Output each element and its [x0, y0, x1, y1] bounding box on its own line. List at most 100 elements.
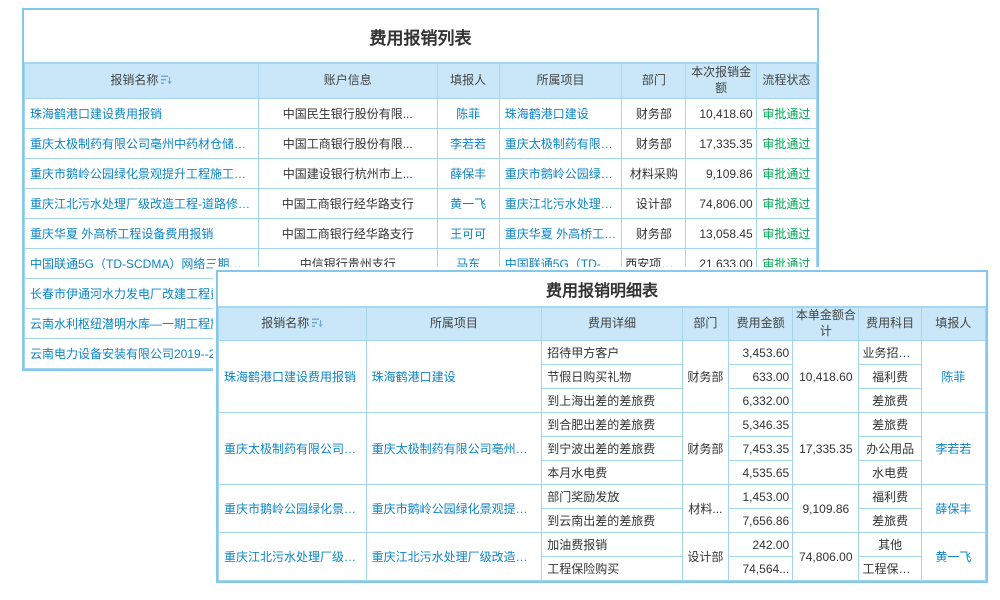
status-badge[interactable]: 审批通过	[756, 189, 816, 219]
project-link[interactable]: 重庆江北污水处理厂级改造工程-道路修复工...	[366, 533, 542, 581]
filler-link[interactable]: 陈菲	[921, 341, 985, 413]
category-cell: 工程保险费	[859, 557, 921, 581]
reimburse-name-link[interactable]: 重庆江北污水处理厂级改造工程-道路修复工程费用...	[25, 189, 259, 219]
col-header-category: 费用科目	[859, 308, 921, 341]
amount-cell: 242.00	[728, 533, 792, 557]
col-header-filler: 填报人	[921, 308, 985, 341]
project-link[interactable]: 重庆太极制药有限公司亳州中...	[499, 129, 621, 159]
amount-cell: 7,453.35	[728, 437, 792, 461]
project-link[interactable]: 珠海鹤港口建设	[366, 341, 542, 413]
amount-cell: 633.00	[728, 365, 792, 389]
header-row: 报销名称 账户信息 填报人 所属项目 部门 本次报销金额 流程状态	[25, 64, 817, 99]
expense-detail-cell: 到宁波出差的差旅费	[542, 437, 683, 461]
amount-cell: 9,109.86	[686, 159, 756, 189]
amount-cell: 17,335.35	[686, 129, 756, 159]
dept-cell: 材料...	[682, 485, 728, 533]
sort-icon[interactable]	[312, 317, 323, 333]
category-cell: 水电费	[859, 461, 921, 485]
category-cell: 差旅费	[859, 389, 921, 413]
status-badge[interactable]: 审批通过	[756, 129, 816, 159]
col-header-name: 报销名称	[219, 308, 367, 341]
dept-cell: 财务部	[622, 99, 686, 129]
project-link[interactable]: 重庆江北污水处理厂级改造工...	[499, 189, 621, 219]
col-header-account: 账户信息	[258, 64, 437, 99]
filler-link[interactable]: 薛保丰	[437, 159, 499, 189]
amount-cell: 13,058.45	[686, 219, 756, 249]
project-link[interactable]: 重庆市鹅岭公园绿化景观提升...	[499, 159, 621, 189]
expense-detail-cell: 到上海出差的差旅费	[542, 389, 683, 413]
account-cell: 中国民生银行股份有限...	[258, 99, 437, 129]
project-link[interactable]: 重庆市鹅岭公园绿化景观提升工程施工	[366, 485, 542, 533]
dept-cell: 财务部	[682, 413, 728, 485]
status-badge[interactable]: 审批通过	[756, 99, 816, 129]
col-header-amount: 本次报销金额	[686, 64, 756, 99]
table-row: 重庆市鹅岭公园绿化景观提升工程施工费用报销 中国建设银行杭州市上... 薛保丰 …	[25, 159, 817, 189]
project-link[interactable]: 重庆太极制药有限公司亳州中药材仓储物流...	[366, 413, 542, 485]
status-badge[interactable]: 审批通过	[756, 219, 816, 249]
filler-link[interactable]: 黄一飞	[921, 533, 985, 581]
total-amount-cell: 10,418.60	[793, 341, 859, 413]
reimburse-name-link[interactable]: 重庆江北污水处理厂级改造工程-...	[219, 533, 367, 581]
amount-cell: 3,453.60	[728, 341, 792, 365]
filler-link[interactable]: 李若若	[437, 129, 499, 159]
reimburse-name-link[interactable]: 珠海鹤港口建设费用报销	[219, 341, 367, 413]
expense-detail-cell: 到合肥出差的差旅费	[542, 413, 683, 437]
expense-detail-cell: 部门奖励发放	[542, 485, 683, 509]
reimburse-name-link[interactable]: 重庆华夏 外高桥工程设备费用报销	[25, 219, 259, 249]
expense-detail-panel: 费用报销明细表 报销名称 所属项目 费用详细 部门 费用金额 本单金额合计 费用…	[216, 270, 988, 583]
reimburse-name-link[interactable]: 重庆市鹅岭公园绿化景观提升工...	[219, 485, 367, 533]
category-cell: 其他	[859, 533, 921, 557]
reimburse-name-link[interactable]: 重庆太极制药有限公司亳州中药材仓储物流基地项...	[25, 129, 259, 159]
filler-link[interactable]: 黄一飞	[437, 189, 499, 219]
dept-cell: 财务部	[682, 341, 728, 413]
col-header-dept: 部门	[682, 308, 728, 341]
total-amount-cell: 9,109.86	[793, 485, 859, 533]
col-header-status: 流程状态	[756, 64, 816, 99]
col-header-total: 本单金额合计	[793, 308, 859, 341]
account-cell: 中国工商银行股份有限...	[258, 129, 437, 159]
amount-cell: 7,656.86	[728, 509, 792, 533]
page-title: 费用报销列表	[24, 10, 817, 63]
project-link[interactable]: 重庆华夏 外高桥工程设备	[499, 219, 621, 249]
category-cell: 办公用品	[859, 437, 921, 461]
sort-icon[interactable]	[161, 74, 172, 90]
detail-page-title: 费用报销明细表	[218, 272, 986, 307]
table-row: 重庆江北污水处理厂级改造工程-... 重庆江北污水处理厂级改造工程-道路修复工.…	[219, 533, 986, 557]
col-header-name-label: 报销名称	[110, 73, 158, 87]
col-header-name: 报销名称	[25, 64, 259, 99]
expense-detail-cell: 工程保险购买	[542, 557, 683, 581]
expense-detail-cell: 到云南出差的差旅费	[542, 509, 683, 533]
expense-detail-cell: 本月水电费	[542, 461, 683, 485]
table-row: 重庆江北污水处理厂级改造工程-道路修复工程费用... 中国工商银行经华路支行 黄…	[25, 189, 817, 219]
table-row: 重庆太极制药有限公司亳州中药... 重庆太极制药有限公司亳州中药材仓储物流...…	[219, 413, 986, 437]
reimburse-name-link[interactable]: 重庆太极制药有限公司亳州中药...	[219, 413, 367, 485]
col-header-name-label: 报销名称	[261, 316, 309, 330]
col-header-project: 所属项目	[499, 64, 621, 99]
status-badge[interactable]: 审批通过	[756, 159, 816, 189]
reimburse-name-link[interactable]: 重庆市鹅岭公园绿化景观提升工程施工费用报销	[25, 159, 259, 189]
filler-link[interactable]: 王可可	[437, 219, 499, 249]
account-cell: 中国工商银行经华路支行	[258, 219, 437, 249]
dept-cell: 设计部	[622, 189, 686, 219]
reimburse-name-link[interactable]: 珠海鹤港口建设费用报销	[25, 99, 259, 129]
table-row: 重庆市鹅岭公园绿化景观提升工... 重庆市鹅岭公园绿化景观提升工程施工 部门奖励…	[219, 485, 986, 509]
filler-link[interactable]: 李若若	[921, 413, 985, 485]
dept-cell: 设计部	[682, 533, 728, 581]
filler-link[interactable]: 薛保丰	[921, 485, 985, 533]
category-cell: 差旅费	[859, 413, 921, 437]
filler-link[interactable]: 陈菲	[437, 99, 499, 129]
category-cell: 福利费	[859, 485, 921, 509]
project-link[interactable]: 珠海鹤港口建设	[499, 99, 621, 129]
amount-cell: 6,332.00	[728, 389, 792, 413]
expense-detail-table: 报销名称 所属项目 费用详细 部门 费用金额 本单金额合计 费用科目 填报人 珠…	[218, 307, 986, 581]
col-header-project: 所属项目	[366, 308, 542, 341]
table-row: 重庆太极制药有限公司亳州中药材仓储物流基地项... 中国工商银行股份有限... …	[25, 129, 817, 159]
header-row: 报销名称 所属项目 费用详细 部门 费用金额 本单金额合计 费用科目 填报人	[219, 308, 986, 341]
amount-cell: 4,535.65	[728, 461, 792, 485]
expense-detail-cell: 招待甲方客户	[542, 341, 683, 365]
category-cell: 业务招待费	[859, 341, 921, 365]
col-header-amount: 费用金额	[728, 308, 792, 341]
amount-cell: 10,418.60	[686, 99, 756, 129]
expense-detail-cell: 节假日购买礼物	[542, 365, 683, 389]
col-header-dept: 部门	[622, 64, 686, 99]
